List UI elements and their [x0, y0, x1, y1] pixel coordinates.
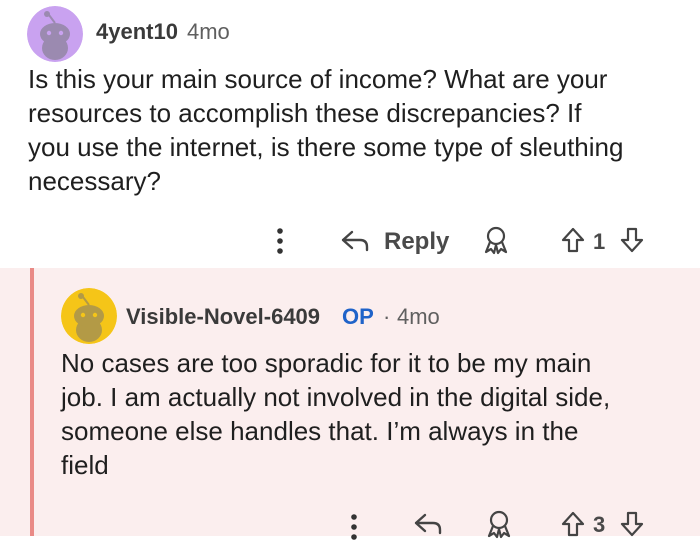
vote-count: 1	[593, 229, 606, 254]
upvote-icon[interactable]	[560, 510, 586, 538]
snoo-avatar-icon	[61, 288, 117, 344]
reply-body-line: No cases are too sporadic for it to be m…	[61, 348, 592, 378]
more-vertical-icon[interactable]	[274, 226, 286, 256]
more-vertical-icon[interactable]	[348, 512, 360, 542]
op-badge: OP	[342, 304, 374, 329]
comment-body-line: necessary?	[28, 166, 161, 196]
thread-line[interactable]	[30, 268, 34, 536]
award-icon[interactable]	[483, 508, 515, 540]
downvote-icon[interactable]	[619, 226, 645, 254]
award-icon[interactable]	[480, 224, 512, 256]
comment-body-line: you use the internet, is there some type…	[28, 132, 624, 162]
reply-arrow-icon[interactable]	[340, 229, 370, 253]
reply-body: No cases are too sporadic for it to be m…	[61, 346, 610, 482]
reply-comment: Visible-Novel-6409 OP · 4mo No cases are…	[0, 268, 700, 540]
comment-timestamp: 4mo	[187, 19, 230, 44]
comment-body-line: resources to accomplish these discrepanc…	[28, 98, 582, 128]
comment-body: Is this your main source of income? What…	[28, 62, 623, 198]
comment-body-line: Is this your main source of income? What…	[28, 64, 608, 94]
upvote-icon[interactable]	[560, 226, 586, 254]
reply-body-line: field	[61, 450, 109, 480]
vote-count: 3	[593, 512, 606, 537]
reply-body-line: someone else handles that. I’m always in…	[61, 416, 579, 446]
separator-dot: ·	[383, 304, 391, 329]
reply-timestamp: 4mo	[397, 304, 440, 329]
downvote-icon[interactable]	[619, 510, 645, 538]
reply-button[interactable]: Reply	[384, 228, 449, 256]
avatar[interactable]	[27, 6, 83, 62]
reply-arrow-icon[interactable]	[413, 512, 443, 536]
comment: 4yent10 4mo Is this your main source of …	[0, 0, 700, 268]
reply-username[interactable]: Visible-Novel-6409	[126, 304, 320, 330]
comment-username[interactable]: 4yent10	[96, 19, 178, 45]
avatar[interactable]	[61, 288, 117, 344]
reply-body-line: job. I am actually not involved in the d…	[61, 382, 611, 412]
snoo-avatar-icon	[27, 6, 83, 62]
